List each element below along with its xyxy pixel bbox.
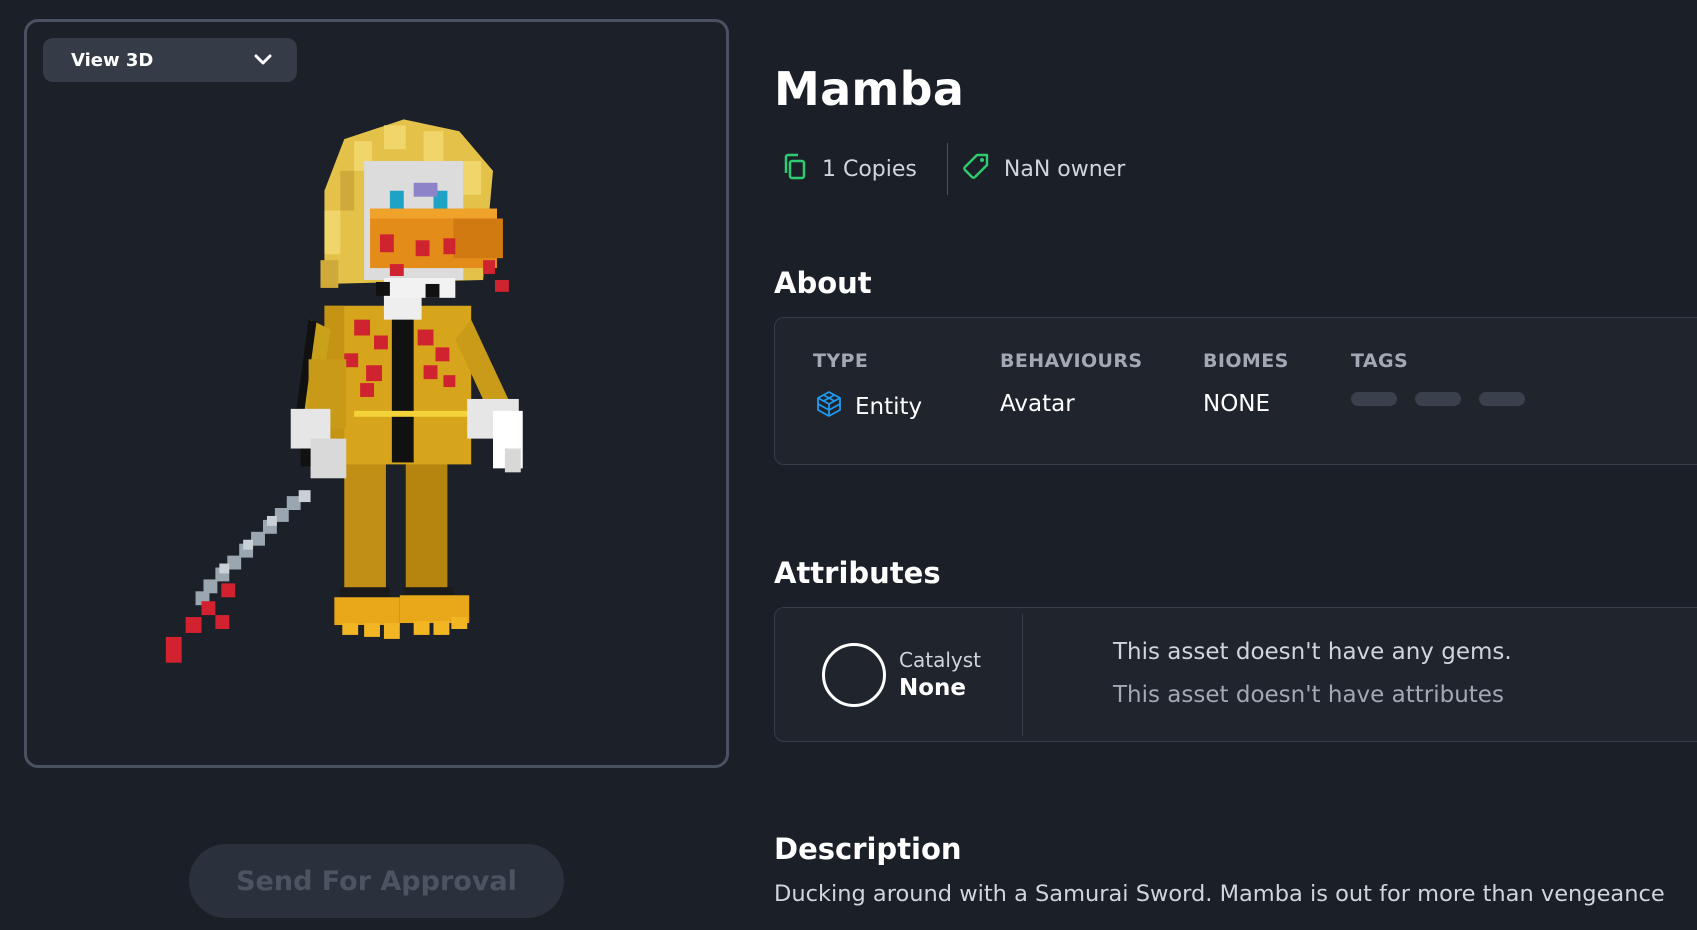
view-mode-dropdown[interactable]: View 3D <box>43 38 297 82</box>
catalyst-icon <box>822 643 886 707</box>
about-card: TYPE Entity BEHAVIOURS Avatar BIOMES NON… <box>774 317 1697 465</box>
tag-placeholder-pill <box>1479 392 1525 406</box>
avatar-head <box>320 119 509 298</box>
copies-count: 1 Copies <box>822 156 917 182</box>
catalyst-label: Catalyst <box>899 648 981 672</box>
tags-placeholder <box>1351 392 1531 406</box>
attributes-card: Catalyst None This asset doesn't have an… <box>774 607 1697 742</box>
avatar-model-render[interactable] <box>27 22 726 765</box>
type-value: Entity <box>815 390 922 424</box>
owner-count: NaN owner <box>1003 156 1126 182</box>
behaviours-value: Avatar <box>1000 391 1075 417</box>
asset-preview-panel[interactable]: View 3D <box>24 19 729 768</box>
type-label: TYPE <box>813 350 869 372</box>
biomes-value: NONE <box>1203 391 1271 417</box>
attributes-message: This asset doesn't have attributes <box>1113 682 1504 708</box>
asset-stats-row: 1 Copies NaN owner <box>782 143 1125 195</box>
sword-graphic <box>165 490 311 663</box>
biomes-label: BIOMES <box>1203 350 1289 372</box>
view-mode-label: View 3D <box>71 49 154 71</box>
attributes-divider <box>1022 614 1023 736</box>
tag-icon <box>962 153 990 185</box>
copies-stat: 1 Copies <box>782 153 917 185</box>
tags-label: TAGS <box>1351 350 1409 372</box>
catalyst-value: None <box>899 675 967 701</box>
asset-title: Mamba <box>774 62 965 116</box>
description-text: Ducking around with a Samurai Sword. Mam… <box>774 881 1665 907</box>
send-for-approval-button[interactable]: Send For Approval <box>189 844 564 918</box>
behaviours-label: BEHAVIOURS <box>1000 350 1143 372</box>
gems-message: This asset doesn't have any gems. <box>1113 639 1512 665</box>
copy-icon <box>782 153 808 185</box>
entity-cube-icon <box>815 390 843 424</box>
owner-stat[interactable]: NaN owner <box>962 153 1125 185</box>
description-heading: Description <box>774 832 962 866</box>
chevron-down-icon <box>253 53 273 67</box>
about-heading: About <box>774 266 872 300</box>
tag-placeholder-pill <box>1415 392 1461 406</box>
attributes-heading: Attributes <box>774 556 941 590</box>
stat-divider <box>946 143 948 195</box>
type-text: Entity <box>855 394 923 420</box>
tag-placeholder-pill <box>1351 392 1397 406</box>
avatar-legs <box>334 458 470 639</box>
